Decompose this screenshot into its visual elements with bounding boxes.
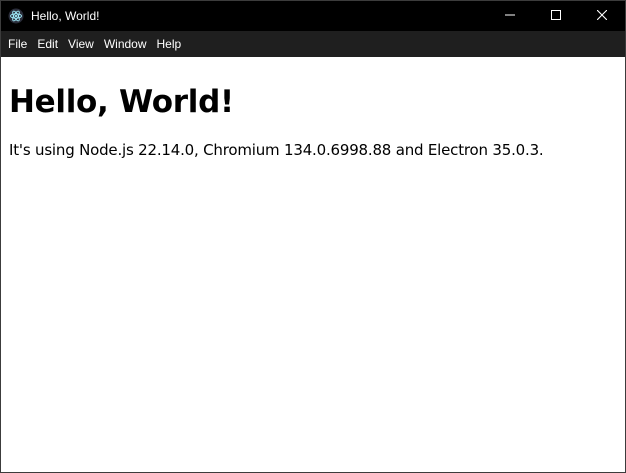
menu-file[interactable]: File — [3, 31, 32, 57]
close-icon — [596, 7, 608, 25]
menu-view[interactable]: View — [63, 31, 99, 57]
minimize-icon — [505, 7, 515, 25]
menu-edit[interactable]: Edit — [32, 31, 63, 57]
menu-window[interactable]: Window — [99, 31, 152, 57]
version-info-text: It's using Node.js 22.14.0, Chromium 134… — [9, 141, 544, 159]
minimize-button[interactable] — [487, 1, 533, 31]
electron-icon[interactable] — [1, 1, 31, 31]
maximize-button[interactable] — [533, 1, 579, 31]
menu-help[interactable]: Help — [152, 31, 187, 57]
close-button[interactable] — [579, 1, 625, 31]
title-bar[interactable]: Hello, World! — [1, 1, 625, 31]
window-title: Hello, World! — [31, 9, 100, 23]
page-heading: Hello, World! — [9, 84, 234, 120]
window-controls — [487, 1, 625, 31]
page-content: Hello, World! It's using Node.js 22.14.0… — [1, 57, 625, 472]
maximize-icon — [551, 7, 561, 25]
app-window: Hello, World! File Edit View Window Help… — [0, 0, 626, 473]
menu-bar: File Edit View Window Help — [1, 31, 625, 57]
